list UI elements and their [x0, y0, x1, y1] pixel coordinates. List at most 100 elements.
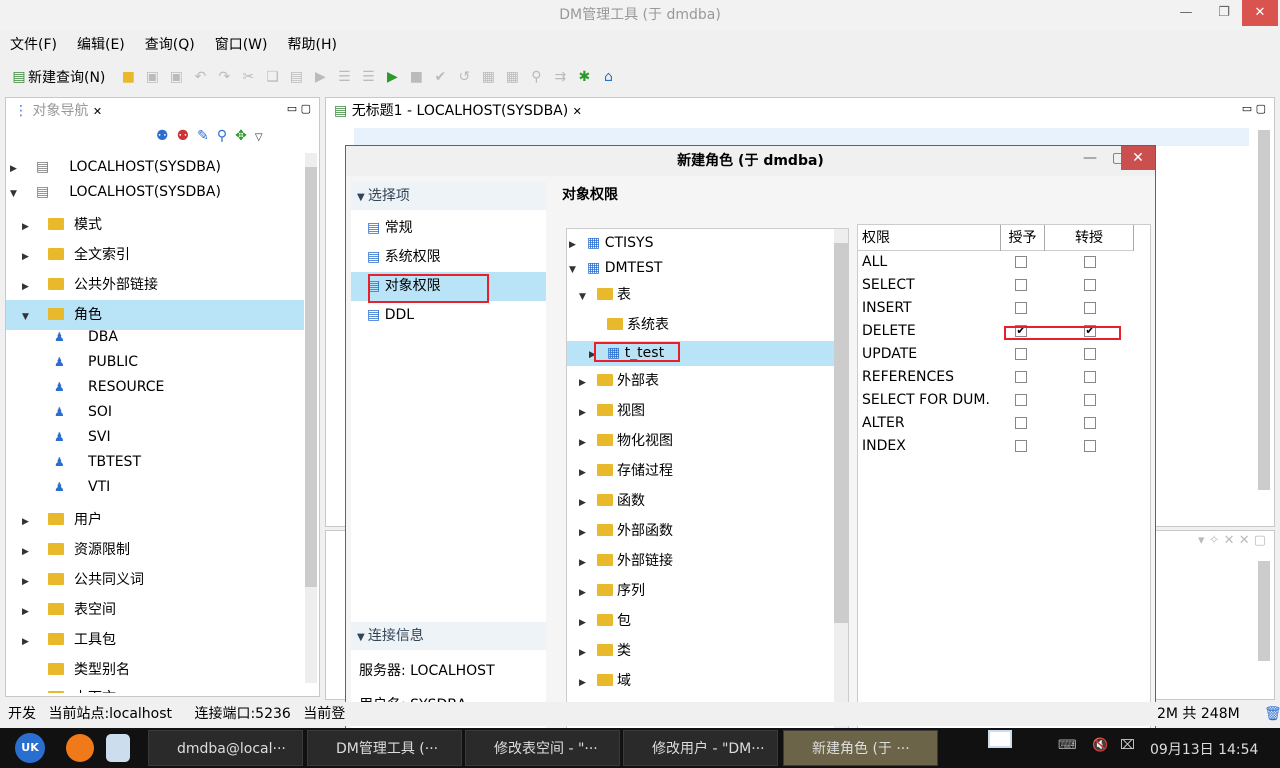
view-menu-icon[interactable]: ▽ — [255, 132, 271, 143]
nav-tree-item[interactable]: ♟ PUBLIC — [6, 350, 304, 375]
nav-tree-item[interactable]: ♟ VTI — [6, 475, 304, 500]
menu-item[interactable]: 文件(F) — [0, 32, 67, 58]
panel-minmax-icons[interactable]: ▭ ▢ — [1242, 102, 1266, 115]
collapse-arrow-icon[interactable]: ▼ — [579, 285, 591, 310]
panel-minmax-icons[interactable]: ▭ ▢ — [287, 102, 311, 115]
nav-tree-item[interactable]: ▶ ▤ LOCALHOST(SYSDBA) — [6, 155, 304, 180]
nav-tree-item[interactable]: ▶ 资源限制 — [6, 535, 304, 565]
plan-icon[interactable]: ▦ — [479, 68, 497, 86]
regrant-checkbox[interactable] — [1084, 371, 1096, 383]
menu-item[interactable]: 窗口(W) — [205, 32, 278, 58]
navigator-scrollbar[interactable] — [305, 153, 317, 683]
execute-script-icon[interactable]: ▶ — [383, 68, 401, 86]
copy-icon[interactable]: ❏ — [263, 68, 281, 86]
expand-arrow-icon[interactable]: ▶ — [22, 597, 34, 627]
grant-checkbox[interactable] — [1015, 256, 1027, 268]
column-header[interactable]: 权限 — [862, 225, 1002, 251]
regrant-checkbox[interactable] — [1084, 348, 1096, 360]
save-icon[interactable]: ▣ — [143, 68, 161, 86]
taskbar-task[interactable]: DM管理工具 (··· — [307, 730, 462, 766]
collapse-icon[interactable]: ▼ — [357, 632, 368, 643]
message-toolbar[interactable]: ▾ ✧ ✕ ✕ ▢ — [1198, 533, 1266, 548]
nav-tree-item[interactable]: ▶ 工具包 — [6, 625, 304, 655]
desktop-icon[interactable] — [988, 730, 1012, 748]
nav-tree-item[interactable]: ♟ SVI — [6, 425, 304, 450]
commit-icon[interactable]: ✔ — [431, 68, 449, 86]
trash-icon[interactable]: 🗑 — [1264, 702, 1280, 726]
taskbar-task[interactable]: 修改表空间 - "··· — [465, 730, 620, 766]
collapse-arrow-icon[interactable]: ▼ — [569, 258, 581, 283]
object-tree-scrollbar[interactable] — [834, 229, 848, 747]
object-tree-item[interactable]: ▶ 物化视图 — [567, 429, 835, 454]
menu-item[interactable]: 查询(Q) — [135, 32, 205, 58]
grant-checkbox[interactable] — [1015, 371, 1027, 383]
menu-item[interactable]: 帮助(H) — [278, 32, 347, 58]
taskbar-task[interactable]: 修改用户 - "DM··· — [623, 730, 778, 766]
regrant-checkbox[interactable] — [1084, 417, 1096, 429]
grant-checkbox[interactable] — [1015, 348, 1027, 360]
expand-arrow-icon[interactable]: ▶ — [22, 507, 34, 537]
expand-arrow-icon[interactable]: ▶ — [22, 537, 34, 567]
expand-arrow-icon[interactable]: ▶ — [22, 212, 34, 242]
format-icon[interactable]: ⚲ — [527, 68, 545, 86]
grant-checkbox[interactable] — [1015, 279, 1027, 291]
object-tree-item[interactable]: ▶ ▦ CTISYS — [567, 231, 835, 256]
option-item[interactable]: ▤ 系统权限 — [351, 243, 546, 272]
file-manager-icon[interactable] — [106, 734, 130, 762]
navigator-toolbar[interactable]: ⚉⚉✎⚲✥▽ — [156, 128, 271, 144]
option-item[interactable]: ▤ DDL — [351, 301, 546, 330]
object-tree-item[interactable]: ▶ 外部函数 — [567, 519, 835, 544]
object-tree-item[interactable]: ▼ 表 — [567, 283, 835, 308]
close-tab-icon[interactable]: ✕ — [573, 105, 582, 118]
expand-arrow-icon[interactable]: ▶ — [579, 641, 591, 666]
minimize-button[interactable]: — — [1168, 0, 1204, 26]
cut-icon[interactable]: ✂ — [239, 68, 257, 86]
grant-checkbox[interactable] — [1015, 440, 1027, 452]
compare-icon[interactable]: ⇉ — [551, 68, 569, 86]
paste-icon[interactable]: ▤ — [287, 68, 305, 86]
expand-arrow-icon[interactable]: ▶ — [579, 371, 591, 396]
nav-tree-item[interactable]: ♟ SOI — [6, 400, 304, 425]
debug-icon[interactable]: ✱ — [575, 68, 593, 86]
column-header[interactable]: 转授 — [1044, 225, 1134, 251]
expand-arrow-icon[interactable]: ▶ — [579, 671, 591, 696]
restore-button[interactable]: ❐ — [1206, 0, 1242, 26]
message-scrollbar[interactable] — [1258, 561, 1270, 661]
expand-arrow-icon[interactable]: ▶ — [10, 157, 22, 182]
redo-icon[interactable]: ↷ — [215, 68, 233, 86]
menu-item[interactable]: 编辑(E) — [67, 32, 135, 58]
object-tree-item[interactable]: ▶ 序列 — [567, 579, 835, 604]
object-tree-item[interactable]: ▶ 视图 — [567, 399, 835, 424]
expand-icon[interactable]: ✥ — [235, 128, 255, 144]
collapse-icon[interactable]: ▼ — [357, 192, 368, 203]
volume-muted-icon[interactable]: 🔇 — [1092, 738, 1108, 753]
nav-tree-item[interactable]: ♟ RESOURCE — [6, 375, 304, 400]
object-tree-item[interactable]: ▶ 函数 — [567, 489, 835, 514]
search-icon[interactable]: ⚲ — [217, 128, 235, 144]
grant-checkbox[interactable] — [1015, 417, 1027, 429]
object-tree-item[interactable]: 系统表 — [567, 313, 835, 338]
object-tree-item[interactable]: ▶ 存储过程 — [567, 459, 835, 484]
object-tree-item[interactable]: ▶ 域 — [567, 669, 835, 694]
regrant-checkbox[interactable] — [1084, 279, 1096, 291]
regrant-checkbox[interactable] — [1084, 440, 1096, 452]
network-icon[interactable]: ⌧ — [1120, 738, 1135, 753]
nav-tree-item[interactable]: ▼ ▤ LOCALHOST(SYSDBA) — [6, 180, 304, 205]
nav-tree-item[interactable]: ▶ 用户 — [6, 505, 304, 535]
object-tree-item[interactable]: ▶ 包 — [567, 609, 835, 634]
stop-icon[interactable]: ■ — [407, 68, 425, 86]
expand-arrow-icon[interactable]: ▶ — [569, 233, 581, 258]
column-header[interactable]: 授予 — [1000, 225, 1044, 251]
nav-tree-item[interactable]: ▶ 公共外部链接 — [6, 270, 304, 300]
taskbar-task[interactable]: 新建角色 (于 ··· — [783, 730, 938, 766]
expand-arrow-icon[interactable]: ▶ — [579, 551, 591, 576]
firefox-icon[interactable] — [66, 734, 94, 762]
keyboard-icon[interactable]: ⌨ — [1058, 738, 1077, 753]
nav-tree-item[interactable]: ▶ 公共同义词 — [6, 565, 304, 595]
editor-scrollbar[interactable] — [1258, 130, 1270, 490]
object-tree-item[interactable]: ▼ ▦ DMTEST — [567, 256, 835, 281]
regrant-checkbox[interactable] — [1084, 394, 1096, 406]
taskbar-task[interactable]: dmdba@local··· — [148, 730, 303, 766]
grant-checkbox[interactable] — [1015, 394, 1027, 406]
expand-arrow-icon[interactable]: ▶ — [579, 401, 591, 426]
